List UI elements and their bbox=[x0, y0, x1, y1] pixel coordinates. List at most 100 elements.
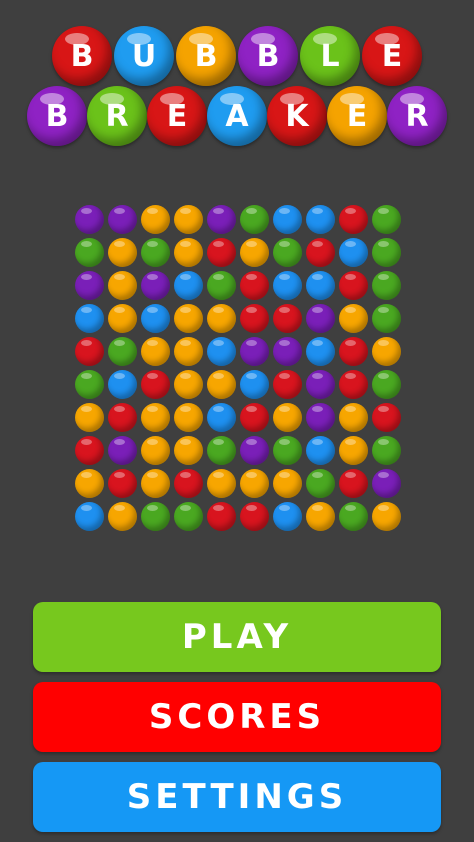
bubble-green bbox=[207, 436, 236, 465]
grid-cell bbox=[205, 335, 238, 368]
grid-cell bbox=[370, 236, 403, 269]
bubble-purple bbox=[273, 337, 302, 366]
title-letter: K bbox=[285, 98, 309, 134]
title-bubble: B bbox=[52, 26, 112, 86]
bubble-purple bbox=[75, 205, 104, 234]
bubble-green bbox=[372, 304, 401, 333]
title-letter: A bbox=[225, 98, 249, 134]
bubble-purple bbox=[306, 403, 335, 432]
grid-cell bbox=[238, 236, 271, 269]
title-letter: U bbox=[131, 38, 157, 74]
grid-cell bbox=[172, 302, 205, 335]
grid-cell bbox=[304, 401, 337, 434]
bubble-purple bbox=[75, 271, 104, 300]
bubble-purple bbox=[141, 271, 170, 300]
bubble-red bbox=[306, 238, 335, 267]
grid-cell bbox=[139, 302, 172, 335]
play-button-label: PLAY bbox=[181, 617, 293, 657]
grid-cell bbox=[73, 335, 106, 368]
grid-cell bbox=[205, 203, 238, 236]
main-menu-screen: B U B B L E B R E A K E R PLAY SCORES SE… bbox=[0, 0, 474, 842]
scores-button[interactable]: SCORES bbox=[33, 682, 441, 752]
bubble-purple bbox=[240, 337, 269, 366]
grid-cell bbox=[106, 368, 139, 401]
grid-cell bbox=[304, 236, 337, 269]
bubble-blue bbox=[174, 271, 203, 300]
grid-cell bbox=[370, 302, 403, 335]
title-bubble: B bbox=[238, 26, 298, 86]
bubble-purple bbox=[306, 304, 335, 333]
bubble-blue bbox=[306, 205, 335, 234]
title-letter: R bbox=[105, 98, 129, 134]
grid-cell bbox=[271, 302, 304, 335]
title-bubble: E bbox=[327, 86, 387, 146]
title-letter: E bbox=[166, 98, 188, 134]
grid-cell bbox=[271, 203, 304, 236]
grid-cell bbox=[73, 467, 106, 500]
bubble-red bbox=[240, 403, 269, 432]
grid-cell bbox=[337, 467, 370, 500]
bubble-purple bbox=[372, 469, 401, 498]
grid-cell bbox=[238, 368, 271, 401]
grid-cell bbox=[73, 236, 106, 269]
grid-cell bbox=[370, 467, 403, 500]
bubble-orange bbox=[174, 238, 203, 267]
settings-button[interactable]: SETTINGS bbox=[33, 762, 441, 832]
grid-cell bbox=[172, 335, 205, 368]
bubble-red bbox=[207, 502, 236, 531]
title-bubble: K bbox=[267, 86, 327, 146]
bubble-orange bbox=[240, 238, 269, 267]
bubble-red bbox=[108, 469, 137, 498]
grid-cell bbox=[271, 368, 304, 401]
grid-cell bbox=[304, 500, 337, 533]
grid-cell bbox=[205, 302, 238, 335]
grid-cell bbox=[73, 368, 106, 401]
grid-cell bbox=[106, 434, 139, 467]
grid-cell bbox=[172, 269, 205, 302]
grid-cell bbox=[304, 335, 337, 368]
grid-cell bbox=[304, 467, 337, 500]
bubble-orange bbox=[141, 436, 170, 465]
grid-cell bbox=[106, 302, 139, 335]
grid-cell bbox=[238, 269, 271, 302]
bubble-red bbox=[207, 238, 236, 267]
bubble-blue bbox=[306, 436, 335, 465]
grid-cell bbox=[205, 401, 238, 434]
bubble-red bbox=[273, 370, 302, 399]
grid-cell bbox=[337, 302, 370, 335]
grid-cell bbox=[304, 269, 337, 302]
grid-cell bbox=[370, 500, 403, 533]
bubble-orange bbox=[141, 403, 170, 432]
bubble-orange bbox=[339, 436, 368, 465]
grid-cell bbox=[337, 203, 370, 236]
title-bubble: U bbox=[114, 26, 174, 86]
bubble-blue bbox=[273, 502, 302, 531]
grid-cell bbox=[205, 368, 238, 401]
bubble-purple bbox=[108, 205, 137, 234]
title-letter: B bbox=[194, 38, 218, 74]
grid-cell bbox=[106, 401, 139, 434]
grid-cell bbox=[271, 434, 304, 467]
bubble-green bbox=[372, 436, 401, 465]
title-bubble: L bbox=[300, 26, 360, 86]
grid-cell bbox=[172, 236, 205, 269]
bubble-orange bbox=[75, 403, 104, 432]
bubble-grid-preview bbox=[73, 203, 403, 533]
title-bubble: B bbox=[27, 86, 87, 146]
title-letter: B bbox=[70, 38, 94, 74]
title-letter: B bbox=[256, 38, 280, 74]
play-button[interactable]: PLAY bbox=[33, 602, 441, 672]
grid-cell bbox=[73, 302, 106, 335]
settings-button-label: SETTINGS bbox=[126, 777, 348, 817]
title-letter: E bbox=[381, 38, 403, 74]
grid-cell bbox=[172, 368, 205, 401]
bubble-blue bbox=[75, 304, 104, 333]
grid-cell bbox=[172, 434, 205, 467]
grid-cell bbox=[304, 203, 337, 236]
bubble-green bbox=[273, 238, 302, 267]
bubble-blue bbox=[207, 403, 236, 432]
grid-cell bbox=[370, 401, 403, 434]
grid-cell bbox=[238, 335, 271, 368]
grid-cell bbox=[172, 500, 205, 533]
grid-cell bbox=[205, 467, 238, 500]
